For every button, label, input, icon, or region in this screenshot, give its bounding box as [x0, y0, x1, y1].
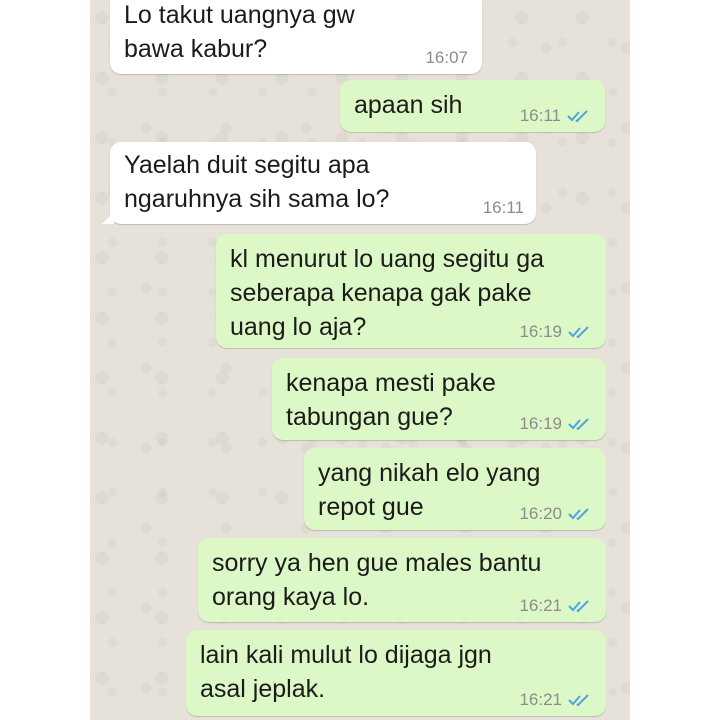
- message-bubble-outgoing: yang nikah elo yang repot gue 16:20: [304, 448, 606, 530]
- message-time: 16:20: [519, 504, 562, 523]
- double-check-icon: [568, 326, 589, 339]
- message-time: 16:21: [519, 690, 562, 709]
- message-bubble-outgoing: lain kali mulut lo dijaga jgn asal jepla…: [186, 630, 606, 716]
- message-bubble-incoming: Lo takut uangnya gw bawa kabur? 16:07: [110, 0, 482, 74]
- message-time: 16:07: [425, 48, 468, 67]
- message-bubble-outgoing: apaan sih 16:11: [340, 80, 605, 132]
- double-check-icon: [568, 418, 589, 431]
- chat-screenshot: Lo takut uangnya gw bawa kabur? 16:07 ap…: [90, 0, 630, 720]
- double-check-icon: [568, 508, 589, 521]
- double-check-icon: [568, 694, 589, 707]
- message-text: Lo takut uangnya gw bawa kabur?: [124, 1, 355, 63]
- message-bubble-outgoing: kl menurut lo uang segitu ga seberapa ke…: [216, 234, 606, 348]
- message-time: 16:21: [519, 596, 562, 615]
- message-time: 16:11: [482, 198, 524, 217]
- message-bubble-outgoing: sorry ya hen gue males bantu orang kaya …: [198, 538, 606, 622]
- message-bubble-incoming: Yaelah duit segitu apa ngaruhnya sih sam…: [102, 142, 536, 224]
- double-check-icon: [568, 600, 589, 613]
- double-check-icon: [567, 110, 588, 123]
- message-text: Yaelah duit segitu apa ngaruhnya sih sam…: [124, 151, 390, 213]
- message-time: 16:11: [519, 106, 561, 125]
- message-time: 16:19: [519, 414, 562, 433]
- message-bubble-outgoing: kenapa mesti pake tabungan gue? 16:19: [272, 358, 606, 440]
- message-time: 16:19: [519, 322, 562, 341]
